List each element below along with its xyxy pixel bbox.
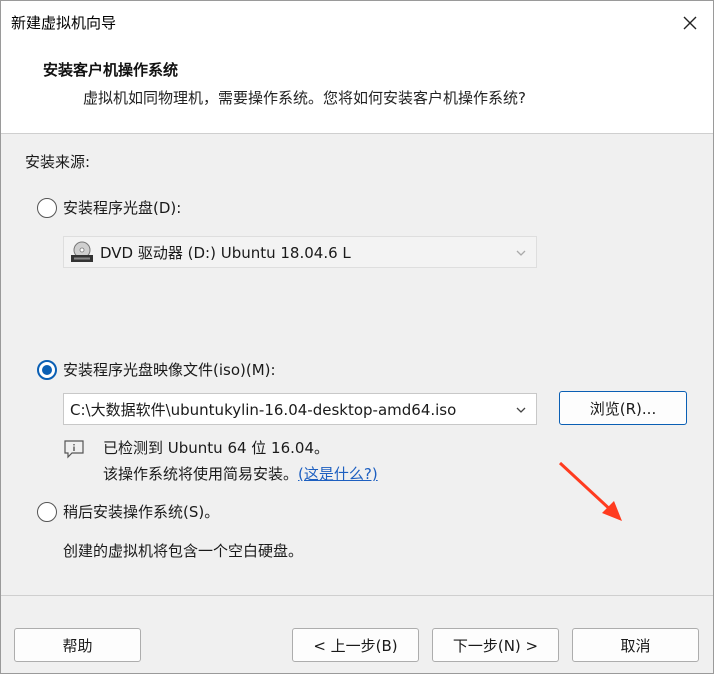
window-title: 新建虚拟机向导 [11, 14, 117, 32]
page-title: 安装客户机操作系统 [43, 61, 179, 79]
detected-os-text: 已检测到 Ubuntu 64 位 16.04。 [103, 439, 330, 457]
install-source-label: 安装来源: [25, 153, 91, 171]
easy-install-text: 该操作系统将使用简易安装。(这是什么?) [103, 463, 378, 484]
install-later-description: 创建的虚拟机将包含一个空白硬盘。 [63, 542, 304, 560]
dvd-drive-value: DVD 驱动器 (D:) Ubuntu 18.04.6 L [100, 243, 351, 262]
info-icon [64, 440, 84, 459]
disc-option-radio[interactable]: 安装程序光盘(D): [37, 197, 181, 218]
browse-button[interactable]: 浏览(R)... [559, 391, 687, 425]
install-later-label: 稍后安装操作系统(S)。 [63, 503, 220, 521]
help-button[interactable]: 帮助 [14, 628, 141, 662]
chevron-down-icon [516, 250, 526, 256]
wizard-header: 安装客户机操作系统 虚拟机如同物理机，需要操作系统。您将如何安装客户机操作系统? [1, 44, 713, 134]
annotation-arrow-icon [558, 461, 622, 521]
page-subtitle: 虚拟机如同物理机，需要操作系统。您将如何安装客户机操作系统? [83, 89, 526, 107]
back-button[interactable]: < 上一步(B) [292, 628, 419, 662]
disc-option-label: 安装程序光盘(D): [63, 199, 182, 217]
radio-unchecked-icon [37, 197, 57, 218]
radio-unchecked-icon [37, 501, 57, 522]
chevron-down-icon [516, 407, 526, 413]
title-bar: 新建虚拟机向导 [1, 1, 713, 44]
iso-path-input[interactable]: C:\大数据软件\ubuntukylin-16.04-desktop-amd64… [63, 393, 537, 425]
whats-this-link[interactable]: (这是什么?) [298, 465, 378, 483]
dvd-drive-select[interactable]: DVD 驱动器 (D:) Ubuntu 18.04.6 L [63, 236, 537, 268]
iso-option-radio[interactable]: 安装程序光盘映像文件(iso)(M): [37, 359, 276, 380]
easy-install-prefix: 该操作系统将使用简易安装。 [103, 465, 299, 483]
iso-path-value: C:\大数据软件\ubuntukylin-16.04-desktop-amd64… [70, 400, 457, 419]
new-vm-wizard-window: 新建虚拟机向导 安装客户机操作系统 虚拟机如同物理机，需要操作系统。您将如何安装… [0, 0, 714, 674]
close-button[interactable] [667, 1, 713, 44]
dvd-rom-icon [71, 241, 93, 262]
cancel-button[interactable]: 取消 [572, 628, 699, 662]
wizard-content: 安装来源: 安装程序光盘(D): DVD 驱动器 (D:) Ubuntu 18.… [1, 135, 713, 595]
close-icon [683, 16, 697, 29]
install-later-radio[interactable]: 稍后安装操作系统(S)。 [37, 501, 219, 522]
footer-divider [1, 595, 713, 596]
iso-option-label: 安装程序光盘映像文件(iso)(M): [63, 361, 276, 379]
radio-checked-icon [37, 359, 57, 380]
next-button[interactable]: 下一步(N) > [432, 628, 559, 662]
